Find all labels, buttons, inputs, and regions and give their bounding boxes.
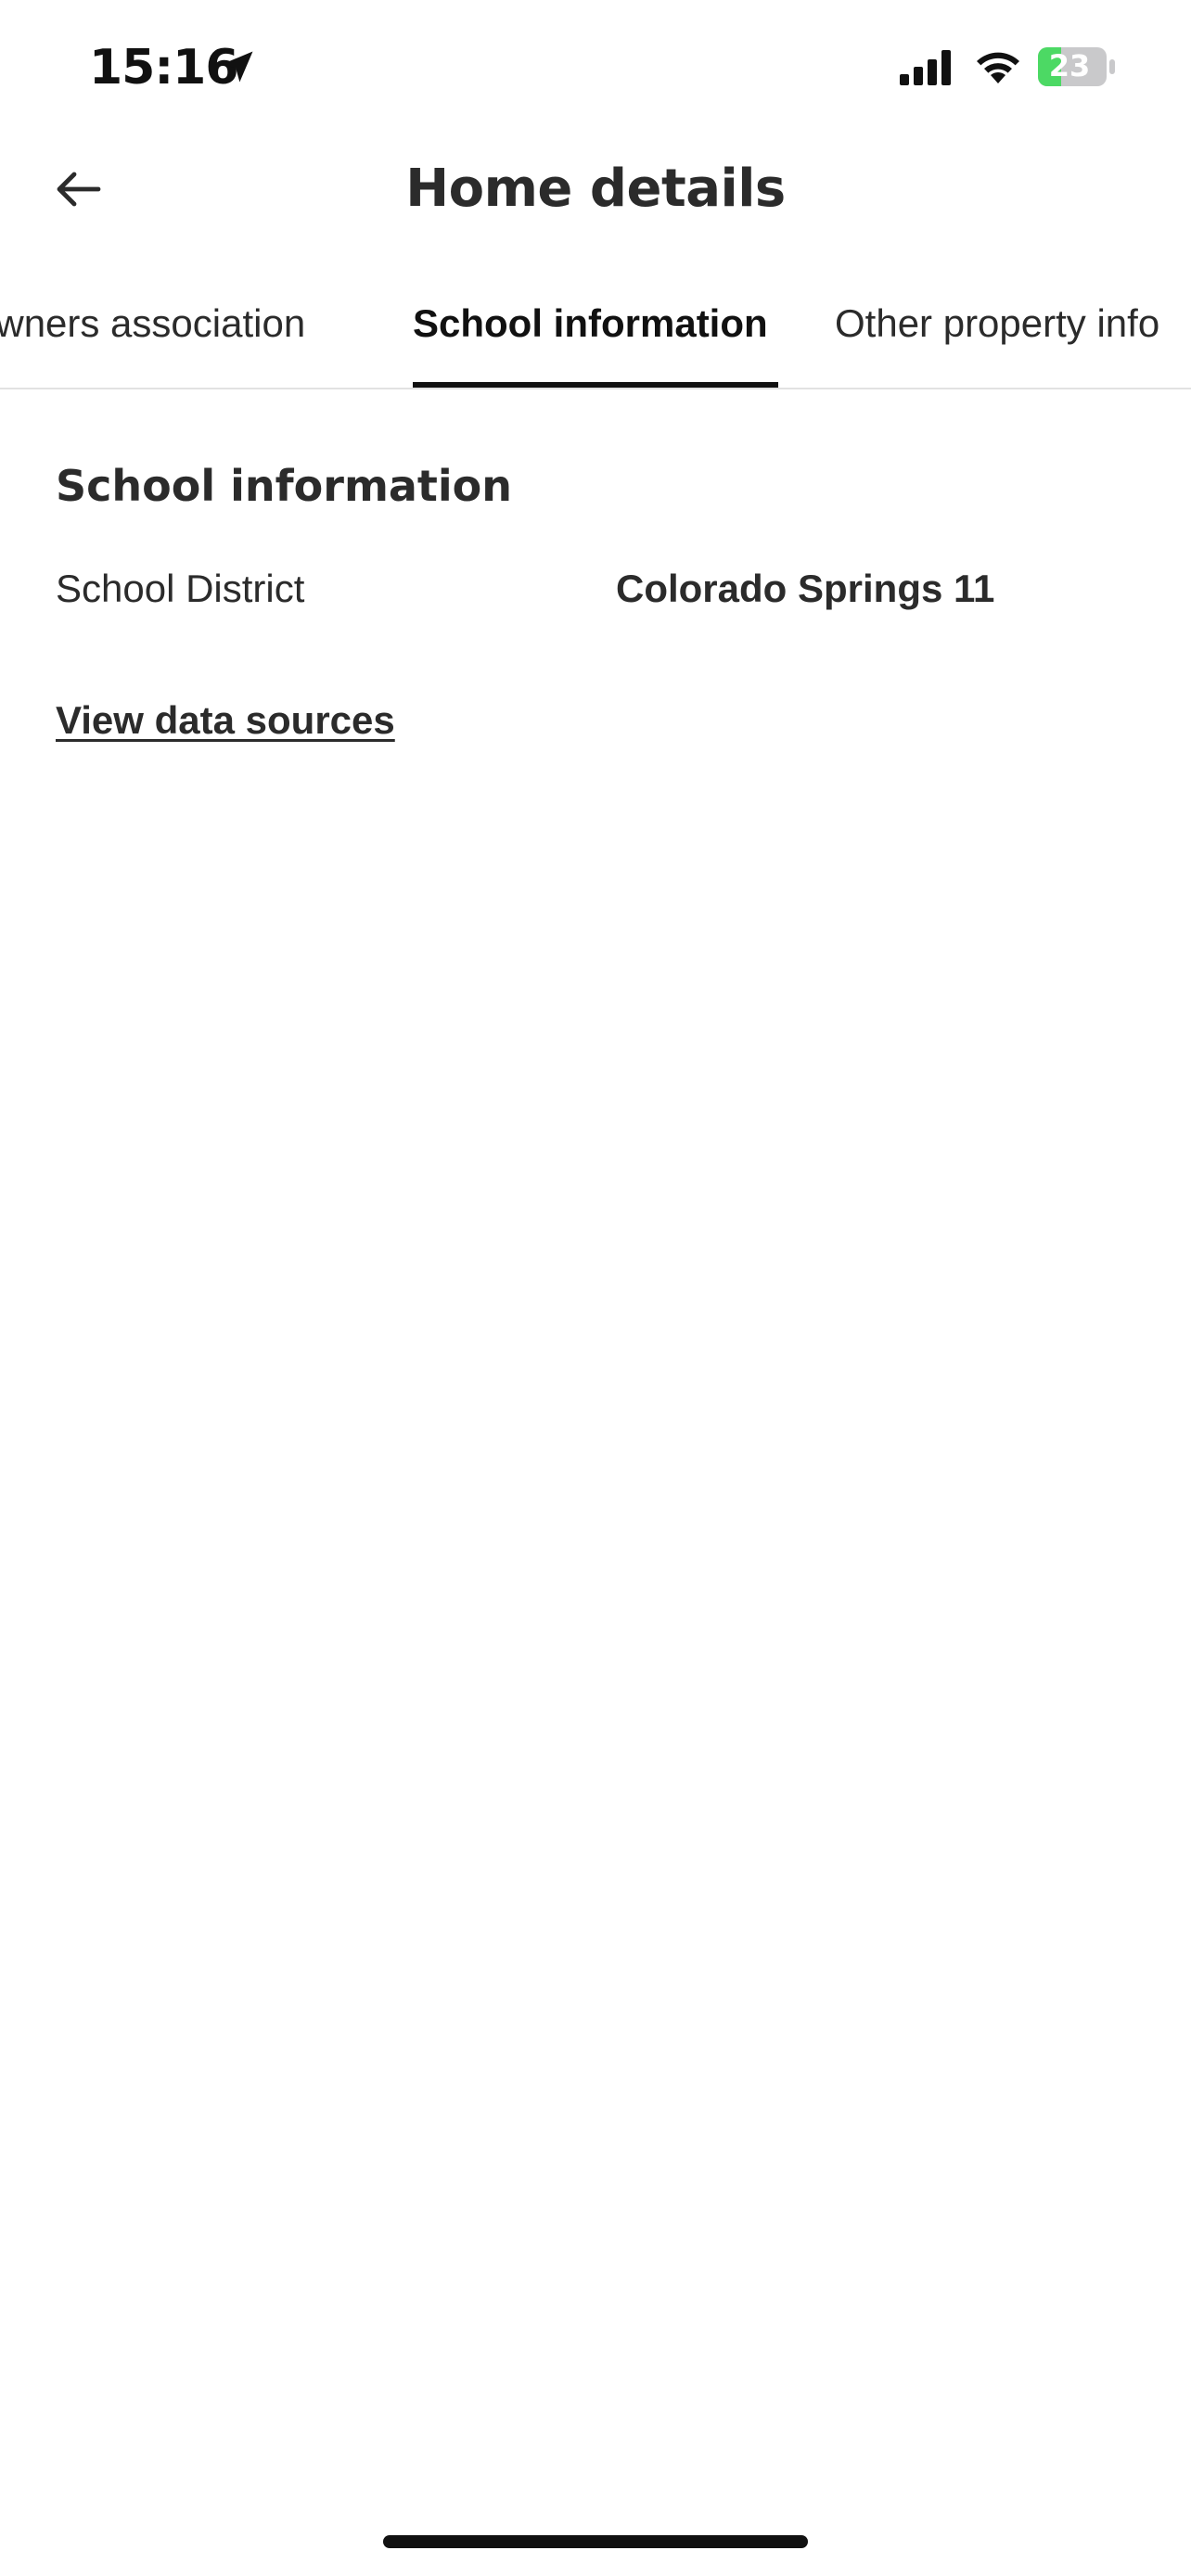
tab-school-information[interactable]: School information [413, 300, 768, 347]
tab-other-property-info[interactable]: Other property info [835, 300, 1159, 347]
wifi-icon [977, 52, 1019, 83]
tab-homeowners-association[interactable]: owners association [0, 300, 305, 347]
active-tab-indicator [413, 382, 778, 388]
view-data-sources-link[interactable]: View data sources [56, 695, 395, 746]
status-bar: 15:16 23 [0, 0, 1191, 139]
school-district-value: Colorado Springs 11 [616, 567, 995, 610]
tab-bar: owners association School information Ot… [0, 278, 1191, 389]
cellular-signal-icon [900, 50, 951, 85]
section-title: School information [56, 461, 513, 511]
battery-level: 23 [1048, 48, 1091, 83]
school-district-label: School District [56, 567, 305, 610]
home-indicator[interactable] [383, 2535, 808, 2548]
status-time: 15:16 [89, 40, 239, 96]
page-title: Home details [405, 159, 786, 219]
location-arrow-icon [222, 51, 253, 83]
